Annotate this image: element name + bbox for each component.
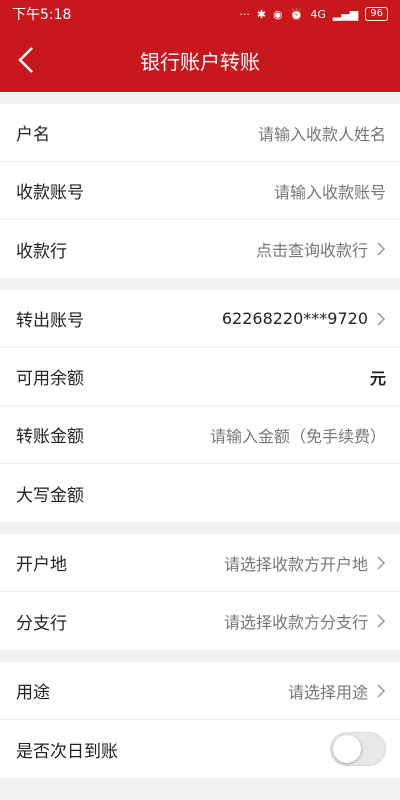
amount-label: 转账金额: [16, 427, 84, 447]
payer-account-value[interactable]: 62268220***9720: [222, 309, 368, 328]
open-place-row[interactable]: 开户地 请选择收款方开户地: [0, 534, 400, 592]
nav-bar: 银行账户转账: [0, 28, 400, 92]
balance-label: 可用余额: [16, 369, 84, 389]
toggle-knob: [333, 735, 361, 763]
next-day-toggle[interactable]: [330, 732, 386, 766]
amount-row[interactable]: 转账金额 请输入金额（免手续费）: [0, 406, 400, 464]
open-place-select[interactable]: 请选择收款方开户地: [224, 551, 368, 575]
next-day-label: 是否次日到账: [16, 741, 118, 762]
chevron-right-icon: [377, 683, 386, 698]
payee-bank-label: 收款行: [16, 241, 67, 262]
location-group: 开户地 请选择收款方开户地 分支行 请选择收款方分支行: [0, 534, 400, 650]
signal-icon: ▂▄▆: [332, 7, 359, 21]
battery-icon: 96: [365, 7, 388, 21]
balance-unit: 元: [369, 368, 386, 388]
status-bar: 下午5:18 ··· ✱ ◉ ⏰ 4G ▂▄▆ 96: [0, 0, 400, 28]
payee-account-input[interactable]: 请输入收款账号: [274, 179, 386, 203]
status-time: 下午5:18: [12, 7, 72, 23]
uppercase-amount-row: 大写金额: [0, 464, 400, 522]
payer-account-row[interactable]: 转出账号 62268220***9720: [0, 290, 400, 348]
purpose-label: 用途: [16, 683, 50, 703]
hd-icon: ◉: [273, 7, 283, 21]
payee-bank-select[interactable]: 点击查询收款行: [256, 237, 368, 261]
payee-bank-row[interactable]: 收款行 点击查询收款行: [0, 220, 400, 278]
branch-row[interactable]: 分支行 请选择收款方分支行: [0, 592, 400, 650]
more-dots-icon: ···: [239, 7, 250, 21]
network-type: 4G: [310, 7, 326, 21]
payee-name-input[interactable]: 请输入收款人姓名: [258, 121, 386, 145]
payee-account-label: 收款账号: [16, 183, 84, 203]
payee-name-label: 户名: [16, 125, 50, 145]
branch-label: 分支行: [16, 613, 67, 634]
payer-account-label: 转出账号: [16, 311, 84, 331]
alarm-icon: ⏰: [289, 7, 304, 21]
chevron-right-icon: [377, 555, 386, 570]
page-title: 银行账户转账: [140, 49, 260, 74]
extra-group: 用途 请选择用途 是否次日到账: [0, 662, 400, 778]
status-icons: ··· ✱ ◉ ⏰ 4G ▂▄▆ 96: [239, 7, 388, 21]
amount-input[interactable]: 请输入金额（免手续费）: [210, 423, 386, 447]
payee-account-row[interactable]: 收款账号 请输入收款账号: [0, 162, 400, 220]
open-place-label: 开户地: [16, 555, 67, 575]
chevron-right-icon: [377, 311, 386, 326]
back-arrow-icon[interactable]: [14, 44, 42, 76]
payee-group: 户名 请输入收款人姓名 收款账号 请输入收款账号 收款行 点击查询收款行: [0, 104, 400, 278]
next-day-row: 是否次日到账: [0, 720, 400, 778]
bluetooth-icon: ✱: [256, 7, 267, 21]
branch-select[interactable]: 请选择收款方分支行: [224, 609, 368, 633]
chevron-right-icon: [377, 242, 386, 256]
balance-row: 可用余额 元: [0, 348, 400, 406]
purpose-row[interactable]: 用途 请选择用途: [0, 662, 400, 720]
purpose-select[interactable]: 请选择用途: [288, 679, 368, 703]
payee-name-row[interactable]: 户名 请输入收款人姓名: [0, 104, 400, 162]
uppercase-amount-label: 大写金额: [16, 485, 84, 506]
chevron-right-icon: [377, 614, 386, 628]
payer-group: 转出账号 62268220***9720 可用余额 元 转账金额 请输入金额（免…: [0, 290, 400, 522]
